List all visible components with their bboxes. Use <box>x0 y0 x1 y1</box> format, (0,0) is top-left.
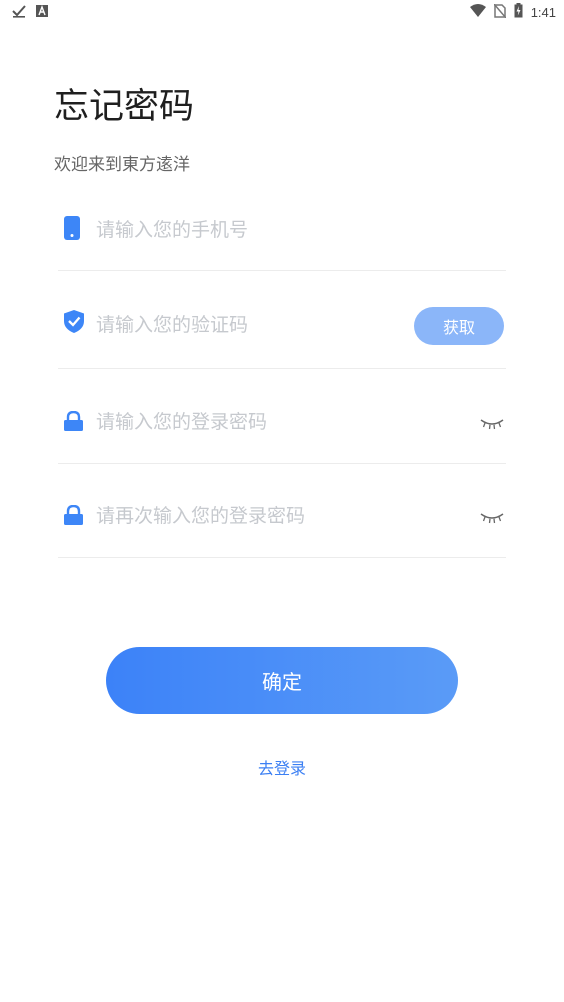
lock-icon <box>64 410 83 435</box>
password-confirm-field <box>58 463 506 558</box>
shield-check-icon <box>64 310 84 337</box>
phone-field <box>58 176 506 271</box>
eye-closed-icon[interactable] <box>480 415 504 434</box>
password-confirm-input[interactable] <box>96 501 396 531</box>
go-login-link[interactable]: 去登录 <box>0 755 564 779</box>
password-field <box>58 369 506 464</box>
password-input[interactable] <box>96 407 396 437</box>
phone-icon <box>64 216 80 244</box>
battery-charging-icon <box>514 3 523 21</box>
wifi-icon <box>469 4 486 20</box>
page-title: 忘记密码 <box>54 87 195 127</box>
status-bar: 1:41 <box>0 0 564 24</box>
welcome-text: 欢迎来到東方逺洋 <box>54 155 190 175</box>
get-code-button[interactable]: 获取 <box>414 307 504 345</box>
phone-input[interactable] <box>96 215 396 245</box>
status-right: 1:41 <box>469 3 556 21</box>
eye-closed-icon[interactable] <box>480 509 504 528</box>
lock-icon <box>64 504 83 529</box>
confirm-button[interactable]: 确定 <box>106 647 458 714</box>
a-app-icon <box>36 5 48 20</box>
code-input[interactable] <box>96 310 396 340</box>
status-time: 1:41 <box>530 4 556 20</box>
check-icon <box>12 4 26 21</box>
code-field: 获取 <box>58 274 506 369</box>
status-left <box>12 4 48 21</box>
no-sim-icon <box>493 3 507 21</box>
